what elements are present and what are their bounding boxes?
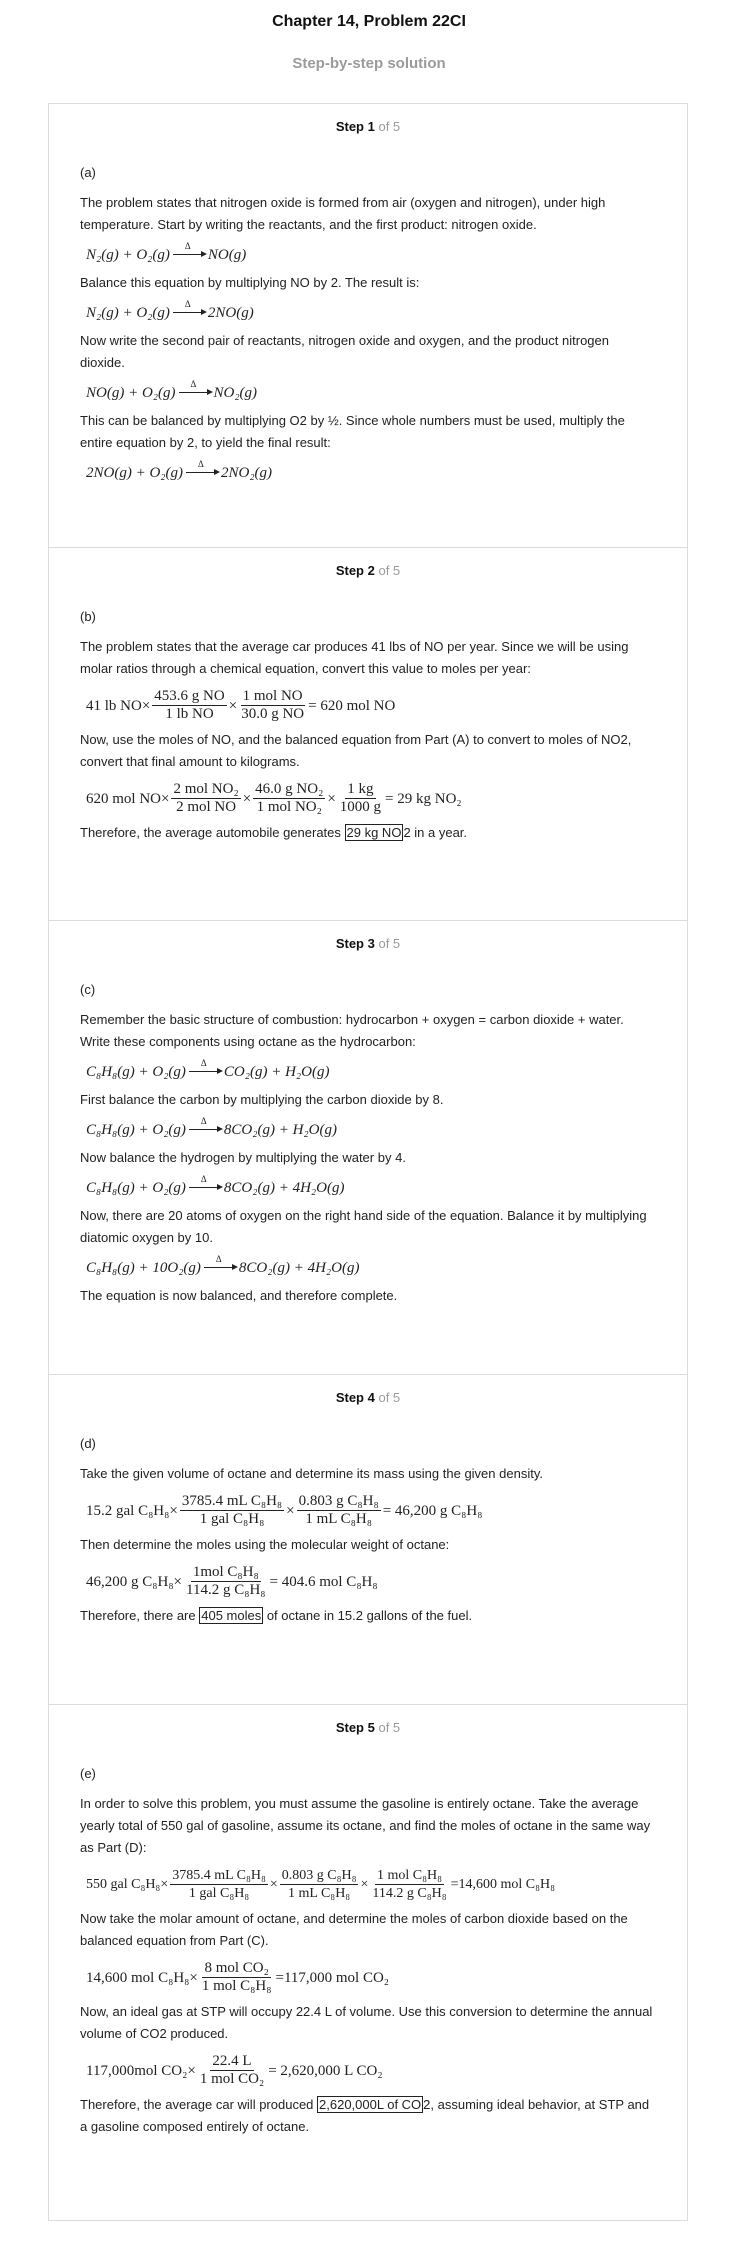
paragraph: Now, there are 20 atoms of oxygen on the… bbox=[80, 1208, 647, 1245]
part-label: (a) bbox=[80, 165, 96, 180]
conversion-equation: 14,600 mol C₈H₈× 8 mol CO₂ 1 mol C₈H₈ =11… bbox=[86, 1960, 390, 1994]
paragraph: Now, an ideal gas at STP will occupy 22.… bbox=[80, 2004, 653, 2041]
conversion-equation: 41 lb NO× 453.6 g NO 1 lb NO × 1 mol NO 30.… bbox=[86, 688, 396, 722]
step-heading: Step 4 of 5 bbox=[335, 1390, 401, 1405]
step-heading: Step 2 of 5 bbox=[335, 563, 401, 578]
paragraph: Now balance the hydrogen by multiplying … bbox=[80, 1150, 406, 1165]
page-title: Chapter 14, Problem 22CI bbox=[272, 13, 466, 30]
reaction-equation: C₈H₈(g) + 10O₂(g) Δ 8CO₂(g) + 4H₂O(g) bbox=[86, 1254, 657, 1279]
paragraph: Now write the second pair of reactants, … bbox=[80, 333, 609, 370]
paragraph: First balance the carbon by multiplying … bbox=[80, 1092, 444, 1107]
paragraph: This can be balanced by multiplying O2 b… bbox=[80, 413, 625, 450]
heat-arrow: Δ bbox=[172, 241, 207, 266]
paragraph: In order to solve this problem, you must… bbox=[80, 1796, 651, 1855]
step-4: Step 4 of 5 (d) Take the given volume of… bbox=[49, 1375, 687, 1705]
answer-paragraph: Therefore, the average car will produced… bbox=[80, 2096, 650, 2134]
heat-arrow: Δ bbox=[203, 1254, 238, 1279]
reaction-equation: C₈H₈(g) + O₂(g) Δ 8CO₂(g) + 4H₂O(g) bbox=[86, 1174, 657, 1199]
paragraph: Now take the molar amount of octane, and… bbox=[80, 1911, 628, 1948]
part-label: (e) bbox=[80, 1766, 96, 1781]
conversion-equation: 46,200 g C₈H₈× 1mol C₈H₈ 114.2 g C₈H₈ = 4… bbox=[86, 1564, 378, 1598]
part-label: (c) bbox=[80, 982, 96, 997]
step-heading: Step 3 of 5 bbox=[335, 936, 401, 951]
reaction-equation: C₈H₈(g) + O₂(g) Δ CO₂(g) + H₂O(g) bbox=[86, 1058, 657, 1083]
paragraph: Balance this equation by multiplying NO … bbox=[80, 275, 420, 290]
step-1: Step 1 of 5 (a) The problem states that … bbox=[49, 104, 687, 548]
heat-arrow: Δ bbox=[172, 299, 207, 324]
paragraph: The problem states that nitrogen oxide i… bbox=[80, 195, 606, 232]
heat-arrow: Δ bbox=[188, 1116, 223, 1141]
reaction-equation: N₂(g) + O₂(g) Δ 2NO(g) bbox=[86, 299, 657, 324]
reaction-equation: 2NO(g) + O₂(g) Δ 2NO₂(g) bbox=[86, 459, 657, 484]
heat-arrow: Δ bbox=[188, 1058, 223, 1083]
solution-container: Step 1 of 5 (a) The problem states that … bbox=[48, 103, 688, 2221]
step-2: Step 2 of 5 (b) The problem states that … bbox=[49, 548, 687, 921]
step-5: Step 5 of 5 (e) In order to solve this p… bbox=[49, 1705, 687, 2220]
answer-paragraph: Therefore, there are 405 moles of octane… bbox=[80, 1607, 473, 1624]
step-heading: Step 1 of 5 bbox=[335, 119, 401, 134]
paragraph: Take the given volume of octane and dete… bbox=[80, 1466, 543, 1481]
step-heading: Step 5 of 5 bbox=[335, 1720, 401, 1735]
paragraph: Now, use the moles of NO, and the balanc… bbox=[80, 732, 632, 769]
answer-paragraph: Therefore, the average automobile genera… bbox=[80, 824, 468, 841]
paragraph: The problem states that the average car … bbox=[80, 639, 629, 676]
step-3: Step 3 of 5 (c) Remember the basic struc… bbox=[49, 921, 687, 1375]
answer-box: 29 kg NO bbox=[344, 824, 404, 841]
paragraph: The equation is now balanced, and theref… bbox=[80, 1288, 398, 1303]
page-subtitle: Step-by-step solution bbox=[292, 55, 446, 72]
answer-box: 2,620,000L of CO bbox=[317, 2096, 424, 2113]
heat-arrow: Δ bbox=[185, 459, 220, 484]
conversion-equation: 550 gal C₈H₈× 3785.4 mL C₈H₈ 1 gal C₈H₈ × … bbox=[86, 1868, 555, 1901]
conversion-equation: 620 mol NO× 2 mol NO₂ 2 mol NO × 46.0 g NO… bbox=[86, 781, 462, 815]
paragraph: Remember the basic structure of combusti… bbox=[80, 1012, 624, 1049]
paragraph: Then determine the moles using the molec… bbox=[80, 1537, 450, 1552]
reaction-equation: C₈H₈(g) + O₂(g) Δ 8CO₂(g) + H₂O(g) bbox=[86, 1116, 657, 1141]
heat-arrow: Δ bbox=[178, 379, 213, 404]
heat-arrow: Δ bbox=[188, 1174, 223, 1199]
reaction-equation: NO(g) + O₂(g) Δ NO₂(g) bbox=[86, 379, 657, 404]
reaction-equation: N₂(g) + O₂(g) Δ NO(g) bbox=[86, 241, 657, 266]
part-label: (d) bbox=[80, 1436, 96, 1451]
solution-page: Chapter 14, Problem 22CI Step-by-step so… bbox=[0, 0, 738, 2247]
conversion-equation: 117,000mol CO₂× 22.4 L1 mol CO₂ = 2,620,… bbox=[86, 2053, 383, 2087]
answer-box: 405 moles bbox=[199, 1607, 264, 1624]
part-label: (b) bbox=[80, 609, 96, 624]
conversion-equation: 15.2 gal C₈H₈× 3785.4 mL C₈H₈ 1 gal C₈H₈ ×… bbox=[86, 1493, 483, 1527]
